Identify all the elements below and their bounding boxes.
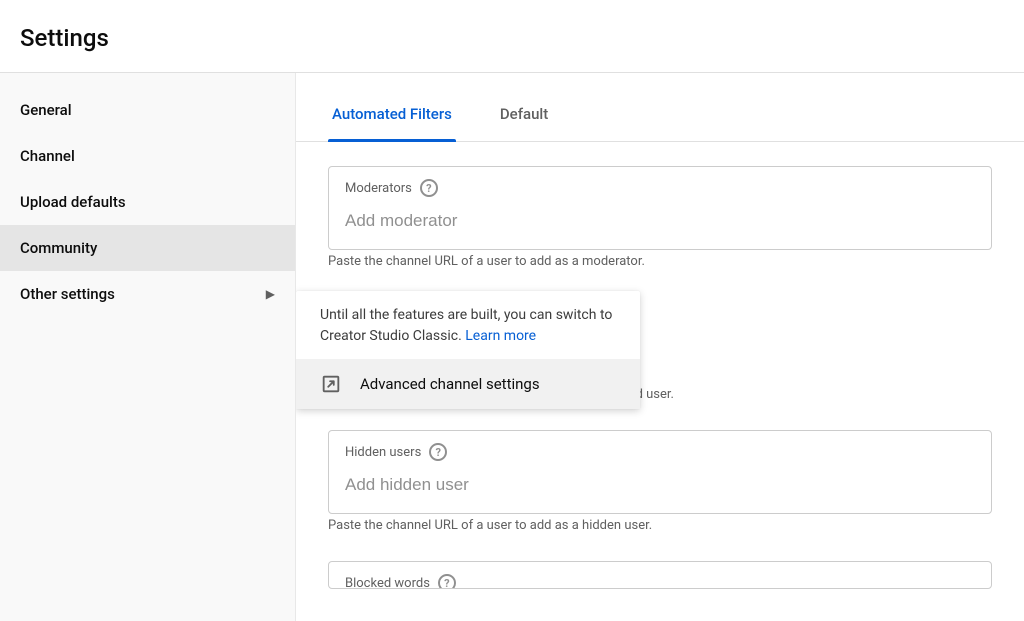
hidden-users-field-box: Hidden users ? xyxy=(328,430,992,514)
hidden-users-input[interactable] xyxy=(345,475,975,495)
hidden-users-label: Hidden users xyxy=(345,445,421,460)
sidebar-item-label: Upload defaults xyxy=(20,193,126,211)
sidebar-item-label: Community xyxy=(20,239,97,257)
field-label-row: Blocked words ? xyxy=(345,574,975,589)
sidebar-item-general[interactable]: General xyxy=(0,87,295,133)
sidebar-item-label: Channel xyxy=(20,147,75,165)
sidebar-item-other-settings[interactable]: Other settings ▶ xyxy=(0,271,295,317)
blocked-words-field-box: Blocked words ? xyxy=(328,561,992,589)
sidebar-item-community[interactable]: Community xyxy=(0,225,295,271)
chevron-right-icon: ▶ xyxy=(266,287,275,301)
open-external-icon xyxy=(320,373,342,395)
tab-label: Default xyxy=(500,105,548,123)
settings-header: Settings xyxy=(0,0,1024,73)
settings-main: Automated Filters Default Moderators ? P… xyxy=(296,73,1024,621)
sidebar-item-label: General xyxy=(20,101,72,119)
hidden-users-hint: Paste the channel URL of a user to add a… xyxy=(328,518,992,533)
help-icon[interactable]: ? xyxy=(420,179,438,197)
settings-body: General Channel Upload defaults Communit… xyxy=(0,73,1024,621)
sidebar-item-upload-defaults[interactable]: Upload defaults xyxy=(0,179,295,225)
field-label-row: Hidden users ? xyxy=(345,443,975,461)
tab-default[interactable]: Default xyxy=(496,89,552,141)
blocked-words-label: Blocked words xyxy=(345,576,430,590)
moderators-hint: Paste the channel URL of a user to add a… xyxy=(328,254,992,269)
advanced-channel-settings-button[interactable]: Advanced channel settings xyxy=(296,359,640,409)
field-label-row: Moderators ? xyxy=(345,179,975,197)
popover-action-label: Advanced channel settings xyxy=(360,375,540,393)
moderators-input[interactable] xyxy=(345,211,975,231)
settings-sidebar: General Channel Upload defaults Communit… xyxy=(0,73,296,621)
tab-automated-filters[interactable]: Automated Filters xyxy=(328,89,456,141)
learn-more-link[interactable]: Learn more xyxy=(465,328,536,344)
moderators-label: Moderators xyxy=(345,181,412,196)
sidebar-item-channel[interactable]: Channel xyxy=(0,133,295,179)
help-icon[interactable]: ? xyxy=(438,574,456,589)
popover-text: Until all the features are built, you ca… xyxy=(296,291,640,359)
page-title: Settings xyxy=(20,24,1024,52)
classic-studio-popover: Until all the features are built, you ca… xyxy=(296,291,640,409)
sidebar-item-label: Other settings xyxy=(20,285,115,303)
tab-label: Automated Filters xyxy=(332,105,452,123)
help-icon[interactable]: ? xyxy=(429,443,447,461)
tab-bar: Automated Filters Default xyxy=(296,89,1024,142)
moderators-field-box: Moderators ? xyxy=(328,166,992,250)
